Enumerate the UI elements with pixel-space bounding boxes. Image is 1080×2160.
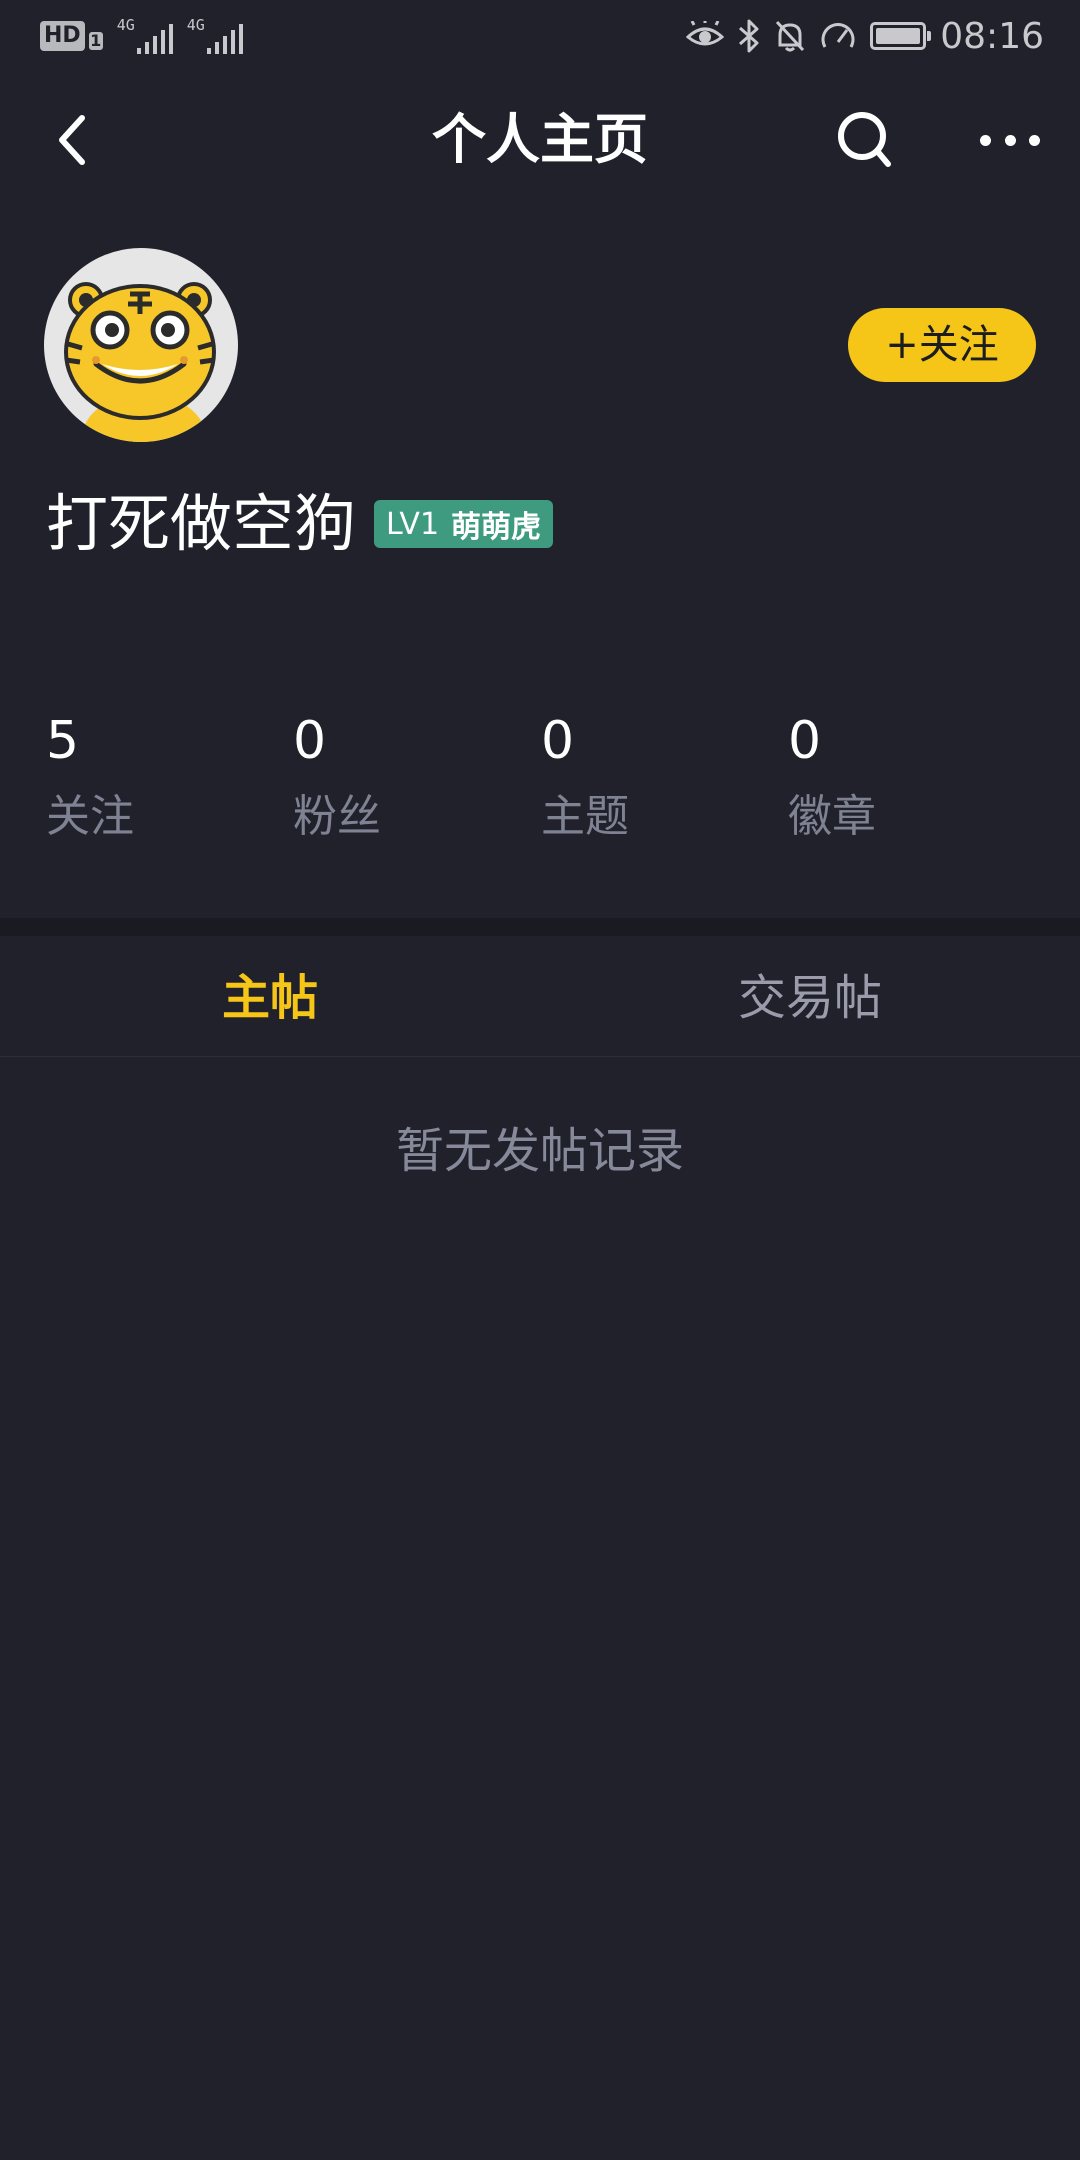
more-button[interactable] [980,120,1040,160]
stats-row: 5 关注 0 粉丝 0 主题 0 徽章 [0,706,1080,856]
stat-value: 5 [46,711,80,771]
section-divider [0,918,1080,936]
stat-value: 0 [541,711,575,771]
tiger-avatar-icon [64,282,216,442]
nav-bar: 个人主页 [0,72,1080,208]
username: 打死做空狗 [46,487,357,560]
stat-value: 0 [788,711,822,771]
stat-label: 主题 [541,791,629,842]
sim-number: 1 [88,31,103,50]
stat-topics[interactable]: 0 主题 [541,706,761,852]
battery-fill [876,28,921,44]
stat-label: 关注 [46,791,134,842]
search-icon [838,112,891,167]
status-right: 08:16 [686,14,1044,58]
username-row: 打死做空狗 LV1 萌萌虎 [46,482,554,566]
battery-icon [870,22,932,50]
more-dot [980,134,991,146]
signal-2: 4G [187,16,243,56]
more-dot [1029,134,1040,146]
tab-bar: 主帖 交易帖 [0,936,1080,1057]
stat-following[interactable]: 5 关注 [46,706,266,852]
eye-icon [686,21,725,46]
stat-badges[interactable]: 0 徽章 [788,706,1008,852]
bluetooth-icon [739,19,759,53]
network-type-1: 4G [116,16,135,34]
follow-button[interactable]: +关注 [848,308,1036,382]
stat-value: 0 [293,711,327,771]
hd-indicator: HD 1 [40,21,103,51]
more-dot [1004,134,1016,146]
stat-label: 徽章 [788,791,876,842]
level-badge: LV1 萌萌虎 [374,500,554,548]
signal-1: 4G [117,16,173,56]
level-label: LV1 [386,506,440,542]
signal-strength-icon [206,24,243,54]
tab-main-posts[interactable]: 主帖 [0,936,540,1056]
status-bar: HD 1 4G 4G 08:16 [0,0,1080,72]
bell-off-icon [776,20,805,52]
page-title: 个人主页 [432,108,648,171]
search-button[interactable] [836,108,894,172]
signal-strength-icon [136,24,173,54]
status-time: 08:16 [940,15,1044,57]
empty-state-text: 暂无发帖记录 [395,1123,684,1179]
avatar[interactable] [44,248,238,442]
speed-icon [821,23,855,48]
stat-followers[interactable]: 0 粉丝 [293,706,513,852]
tab-trade-posts[interactable]: 交易帖 [540,936,1080,1056]
status-left: HD 1 4G 4G [40,16,243,56]
level-name: 萌萌虎 [451,510,542,545]
network-type-2: 4G [186,16,205,34]
stat-label: 粉丝 [293,791,381,842]
hd-label: HD [40,21,85,51]
